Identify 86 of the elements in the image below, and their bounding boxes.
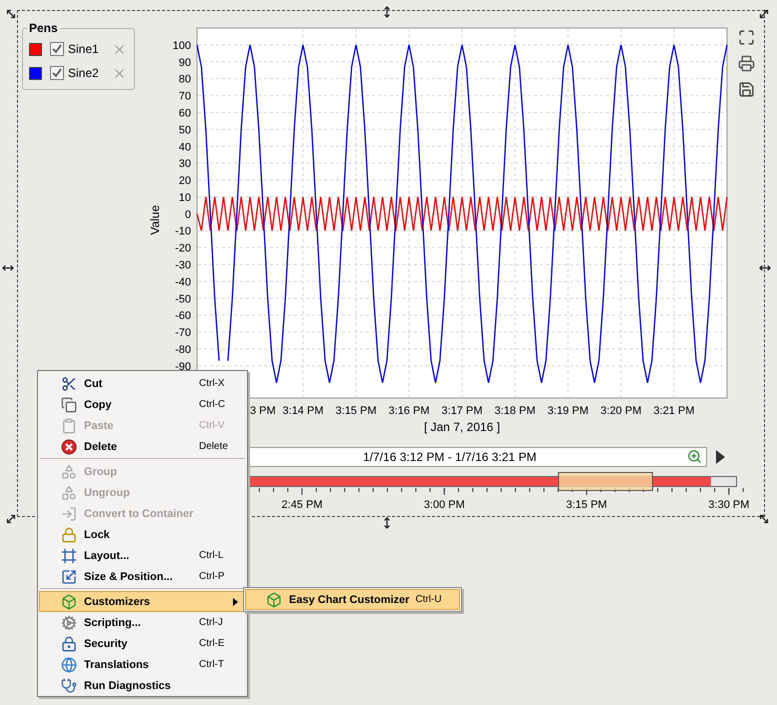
globe-icon bbox=[61, 656, 77, 672]
y-tick-label: -40 bbox=[175, 276, 191, 288]
x-tick-label: 3:21 PM bbox=[654, 405, 694, 417]
zoom-in-icon[interactable] bbox=[687, 449, 702, 464]
diagonal-arrows-icon[interactable] bbox=[758, 513, 770, 525]
menu-item[interactable]: Size & Position... Ctrl-P bbox=[39, 566, 246, 587]
x-tick-label: 3:17 PM bbox=[442, 405, 482, 417]
cube-icon bbox=[266, 592, 282, 608]
menu-item[interactable]: Translations Ctrl-T bbox=[39, 654, 246, 675]
arrow-into-box-icon bbox=[61, 506, 77, 522]
menu-item[interactable]: Customizers bbox=[39, 591, 246, 612]
y-tick-label: -80 bbox=[175, 344, 191, 356]
y-tick-label: -10 bbox=[175, 226, 191, 238]
menu-item[interactable]: Layout... Ctrl-L bbox=[39, 545, 246, 566]
scissors-icon bbox=[61, 376, 77, 392]
pages-icon bbox=[61, 396, 77, 412]
shortcut-label: Ctrl-T bbox=[199, 659, 225, 670]
y-tick-label: -90 bbox=[175, 360, 191, 373]
padlock-icon bbox=[61, 636, 77, 652]
y-tick-label: 60 bbox=[178, 107, 191, 120]
play-icon[interactable] bbox=[716, 450, 725, 464]
timeline-label: 2:45 PM bbox=[282, 499, 322, 511]
menu-item[interactable]: Run Diagnostics bbox=[39, 675, 246, 696]
clipboard-icon bbox=[61, 418, 77, 434]
shortcut-label: Ctrl-L bbox=[199, 550, 224, 561]
y-tick-label: -70 bbox=[175, 327, 191, 340]
y-tick-label: -20 bbox=[175, 242, 191, 255]
shortcut-label: Ctrl-E bbox=[199, 638, 226, 649]
shortcut-label: Ctrl-J bbox=[199, 617, 224, 628]
menu-item[interactable]: Lock bbox=[39, 524, 246, 545]
diagonal-arrows-icon[interactable] bbox=[5, 8, 17, 20]
pen-checkbox[interactable] bbox=[50, 42, 64, 56]
x-axis-label: [ Jan 7, 2016 ] bbox=[424, 420, 500, 434]
shortcut-label: Ctrl-X bbox=[199, 378, 226, 389]
diagonal-arrows-icon[interactable] bbox=[5, 513, 17, 525]
save-button[interactable] bbox=[737, 80, 755, 98]
menu-item[interactable]: Scripting... Ctrl-J bbox=[39, 612, 246, 633]
range-selector[interactable] bbox=[558, 472, 653, 491]
delete-icon bbox=[61, 438, 77, 454]
zoom-fit-button[interactable] bbox=[737, 28, 755, 46]
shortcut-label: Ctrl-V bbox=[199, 420, 226, 431]
x-tick-label: 3 PM bbox=[250, 405, 276, 417]
menu-item[interactable]: Copy Ctrl-C bbox=[39, 394, 246, 415]
x-tick-label: 3:16 PM bbox=[388, 405, 430, 417]
y-tick-label: 50 bbox=[178, 124, 191, 136]
pen-name: Sine2 bbox=[68, 66, 100, 80]
x-tick-label: 3:15 PM bbox=[336, 405, 376, 417]
stethoscope-icon bbox=[61, 678, 77, 694]
y-tick-label: -30 bbox=[175, 260, 191, 272]
shapes-icon bbox=[61, 484, 77, 500]
pen-checkbox[interactable] bbox=[50, 66, 64, 80]
y-tick-label: 40 bbox=[178, 141, 191, 154]
resize-icon bbox=[61, 568, 77, 584]
gear-icon bbox=[61, 614, 77, 630]
y-tick-label: 30 bbox=[178, 158, 191, 170]
y-tick-label: -60 bbox=[175, 310, 191, 322]
x-tick-label: 3:19 PM bbox=[548, 405, 588, 417]
panel-title: Pens bbox=[28, 21, 59, 35]
y-tick-label: 20 bbox=[178, 175, 191, 188]
x-tick-label: 3:18 PM bbox=[494, 405, 536, 417]
shortcut-label: Ctrl-U bbox=[415, 594, 442, 605]
pen-name: Sine1 bbox=[68, 42, 100, 56]
y-tick-label: 100 bbox=[172, 40, 191, 52]
y-tick-label: 80 bbox=[178, 74, 191, 86]
print-button[interactable] bbox=[737, 54, 755, 72]
timeline-label: 3:15 PM bbox=[566, 499, 608, 511]
diagonal-arrows-icon[interactable] bbox=[758, 8, 770, 20]
timeline-label: 3:00 PM bbox=[424, 499, 465, 511]
padlock-icon bbox=[61, 526, 77, 542]
y-tick-label: 0 bbox=[184, 208, 191, 221]
y-tick-label: 10 bbox=[178, 192, 191, 204]
y-tick-label: 70 bbox=[178, 90, 191, 103]
shapes-icon bbox=[61, 464, 77, 480]
timeline-label: 3:30 PM bbox=[708, 499, 750, 511]
y-tick-label: -50 bbox=[175, 293, 191, 306]
y-tick-label: 90 bbox=[178, 56, 191, 69]
y-axis-label: Value bbox=[148, 205, 162, 235]
menu-item[interactable]: Easy Chart Customizer Ctrl-U bbox=[245, 589, 460, 610]
cube-icon bbox=[61, 594, 77, 610]
x-tick-label: 3:14 PM bbox=[282, 405, 324, 417]
x-tick-label: 3:20 PM bbox=[600, 405, 642, 417]
shortcut-label: Ctrl-C bbox=[199, 399, 226, 410]
menu-item[interactable]: Cut Ctrl-X bbox=[39, 373, 246, 394]
shortcut-label: Ctrl-P bbox=[199, 571, 226, 582]
frame-icon bbox=[61, 548, 77, 564]
menu-item[interactable]: Security Ctrl-E bbox=[39, 633, 246, 654]
